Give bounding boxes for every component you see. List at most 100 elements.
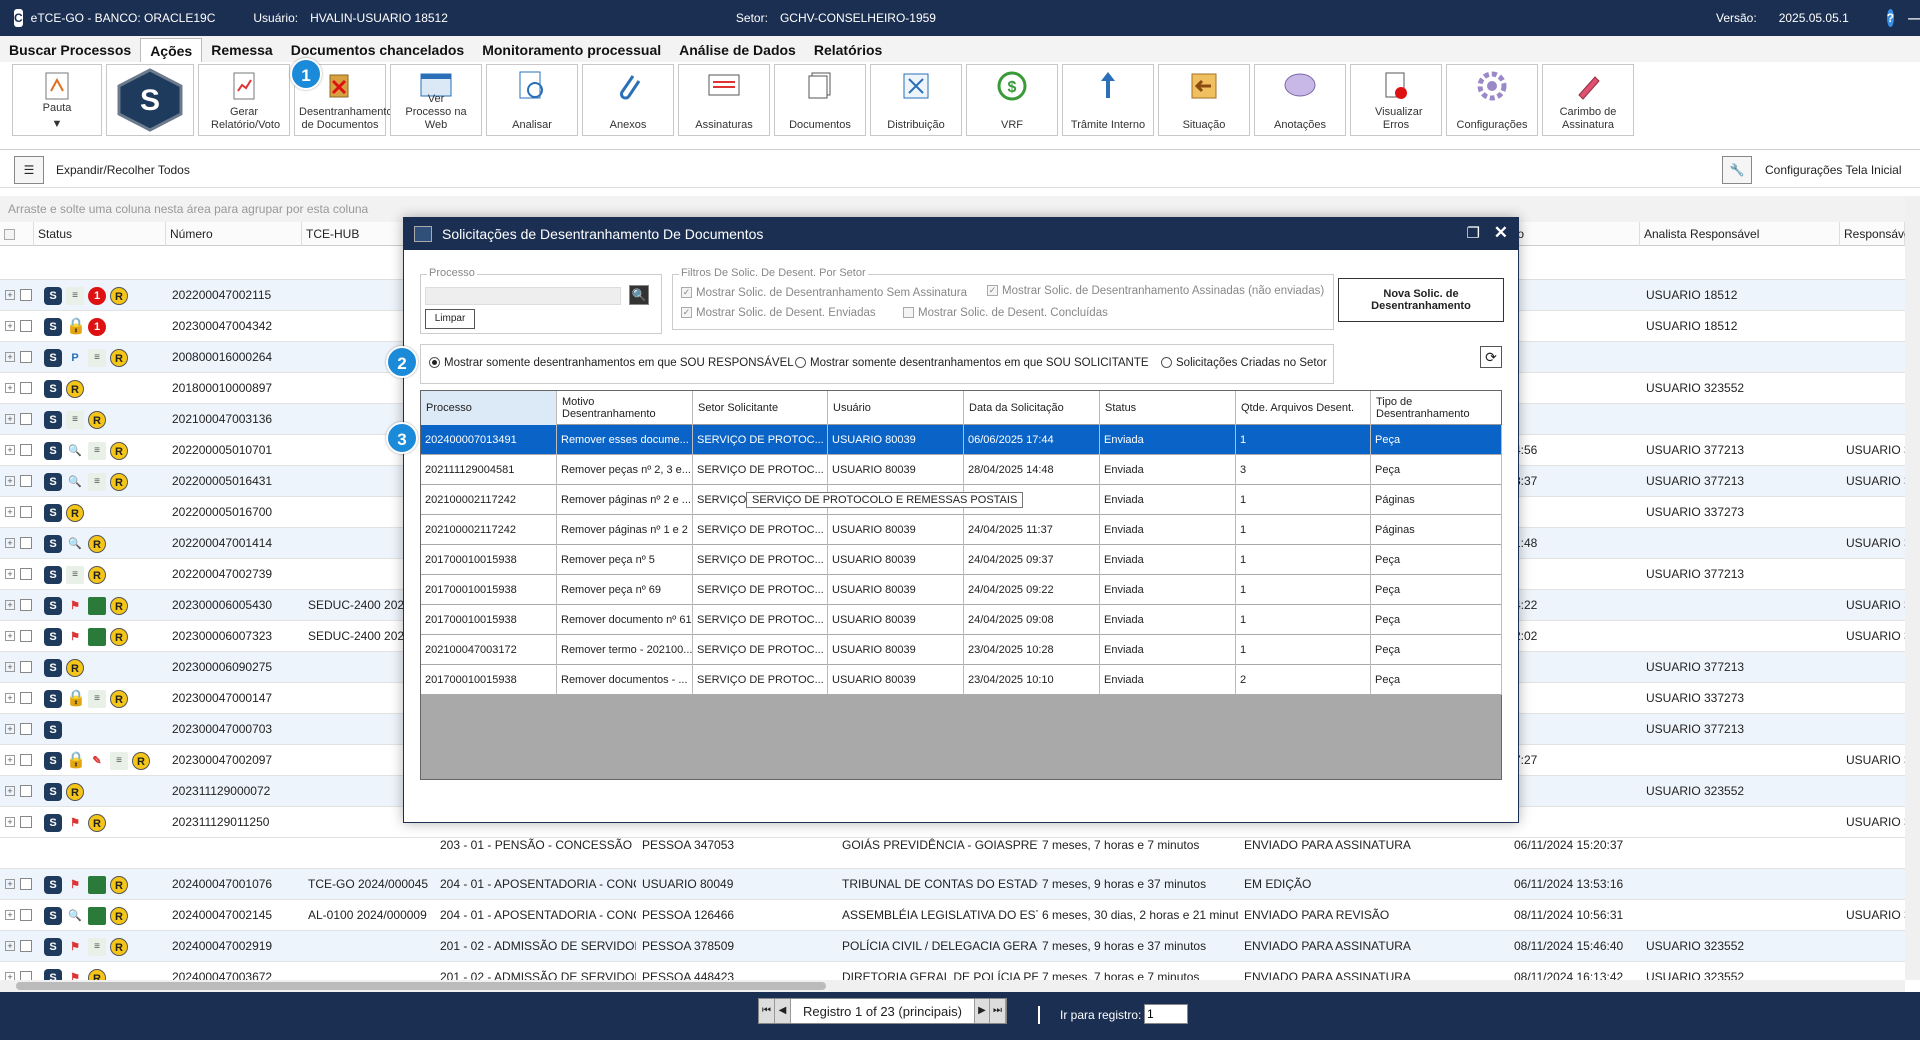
row-checkbox[interactable] (20, 692, 32, 704)
table-row[interactable]: 203 - 01 - PENSÃO - CONCESSÃO PESSOA 3470… (0, 838, 1905, 869)
ribbon-vrf[interactable]: $ VRF (966, 64, 1058, 136)
expand-collapse-button[interactable]: ☰ (14, 156, 44, 184)
ribbon-pauta[interactable]: Pauta ▼ (12, 64, 102, 136)
new-request-button[interactable]: Nova Solic. de Desentranhamento (1338, 278, 1504, 322)
radio-sou-solicitante[interactable]: Mostrar somente desentranhamentos em que… (795, 357, 1149, 369)
radio-criadas-setor[interactable]: Solicitações Criadas no Setor (1161, 357, 1327, 369)
process-search-button[interactable]: 🔍 (629, 285, 649, 305)
row-expander[interactable]: + (5, 910, 15, 920)
vertical-scrollbar[interactable] (1905, 196, 1920, 980)
row-checkbox[interactable] (20, 816, 32, 828)
refresh-button[interactable]: ⟳ (1480, 346, 1502, 368)
row-checkbox[interactable] (20, 382, 32, 394)
row-expander[interactable]: + (5, 755, 15, 765)
header-col-to[interactable]: to (1510, 222, 1640, 246)
row-checkbox[interactable] (20, 599, 32, 611)
row-expander[interactable]: + (5, 600, 15, 610)
request-row[interactable]: 202100047003172 Remover termo - 202100...… (421, 635, 1502, 665)
menu-monitoramento[interactable]: Monitoramento processual (473, 38, 670, 62)
col-processo[interactable]: Processo (421, 391, 557, 425)
table-row[interactable]: + S ⚑ R 202400047003672 201 - 02 - ADMISSÃO D… (0, 962, 1905, 980)
menu-relatorios[interactable]: Relatórios (805, 38, 891, 62)
filter-concluidas[interactable]: Mostrar Solic. de Desent. Concluídas (903, 307, 1108, 319)
col-data[interactable]: Data da Solicitação (964, 391, 1100, 425)
filter-sem-assinatura[interactable]: ✓ Mostrar Solic. de Desentranhamento Sem … (681, 287, 967, 299)
first-page-button[interactable]: ⏮ (759, 999, 775, 1023)
ribbon-anotacoes[interactable]: Anotações (1254, 64, 1346, 136)
row-expander[interactable]: + (5, 445, 15, 455)
request-row[interactable]: 202400007013491 Remover esses docume... SE… (421, 425, 1502, 455)
last-page-button[interactable]: ⏭ (989, 999, 1006, 1023)
row-expander[interactable]: + (5, 786, 15, 796)
ribbon-assinaturas[interactable]: Assinaturas (678, 64, 770, 136)
col-setor[interactable]: Setor Solicitante (693, 391, 828, 425)
row-checkbox[interactable] (20, 568, 32, 580)
request-row[interactable]: 201700010015938 Remover peça nº 5 SERVIÇO … (421, 545, 1502, 575)
col-usuario[interactable]: Usuário (828, 391, 964, 425)
request-row[interactable]: 201700010015938 Remover documento nº 61 SE… (421, 605, 1502, 635)
ribbon-analisar[interactable]: Analisar (486, 64, 578, 136)
clear-button[interactable]: Limpar (425, 309, 475, 329)
row-expander[interactable]: + (5, 972, 15, 980)
request-row[interactable]: 201700010015938 Remover documentos - ... S… (421, 665, 1502, 695)
help-icon[interactable]: ? (1886, 9, 1895, 27)
menu-acoes[interactable]: Ações (140, 38, 203, 62)
row-expander[interactable]: + (5, 476, 15, 486)
row-expander[interactable]: + (5, 383, 15, 393)
request-row[interactable]: 201700010015938 Remover peça nº 69 SERVIÇO… (421, 575, 1502, 605)
header-select-all[interactable] (0, 222, 34, 246)
row-expander[interactable]: + (5, 538, 15, 548)
row-expander[interactable]: + (5, 662, 15, 672)
ribbon-documentos[interactable]: Documentos (774, 64, 866, 136)
config-screen-button[interactable]: 🔧 (1722, 156, 1752, 184)
ribbon-distribuicao[interactable]: Distribuição (870, 64, 962, 136)
scroll-thumb[interactable] (16, 982, 826, 990)
request-row[interactable]: 202100002117242 Remover páginas nº 1 e 2S… (421, 515, 1502, 545)
row-checkbox[interactable] (20, 506, 32, 518)
row-expander[interactable]: + (5, 290, 15, 300)
ribbon-tramite-interno[interactable]: Trâmite Interno (1062, 64, 1154, 136)
row-expander[interactable]: + (5, 693, 15, 703)
ribbon-app-logo[interactable]: S (106, 64, 194, 136)
row-checkbox[interactable] (20, 723, 32, 735)
row-checkbox[interactable] (20, 878, 32, 890)
row-expander[interactable]: + (5, 321, 15, 331)
ribbon-situacao[interactable]: Situação (1158, 64, 1250, 136)
row-expander[interactable]: + (5, 724, 15, 734)
menu-analise-dados[interactable]: Análise de Dados (670, 38, 805, 62)
ribbon-anexos[interactable]: Anexos (582, 64, 674, 136)
row-checkbox[interactable] (20, 909, 32, 921)
row-checkbox[interactable] (20, 351, 32, 363)
ribbon-configuracoes[interactable]: Configurações (1446, 64, 1538, 136)
row-expander[interactable]: + (5, 941, 15, 951)
ribbon-visualizar-erros[interactable]: Visualizar Erros (1350, 64, 1442, 136)
ribbon-carimbo-assinatura[interactable]: Carimbo de Assinatura (1542, 64, 1634, 136)
row-expander[interactable]: + (5, 414, 15, 424)
row-checkbox[interactable] (20, 289, 32, 301)
table-row[interactable]: + S ⚑ R 202400047001076 TCE-GO 2024/000045 204… (0, 869, 1905, 900)
row-checkbox[interactable] (20, 940, 32, 952)
row-expander[interactable]: + (5, 507, 15, 517)
goto-input[interactable] (1144, 1004, 1188, 1024)
ribbon-ver-processo-web[interactable]: Ver Processo na Web (390, 64, 482, 136)
radio-sou-responsavel[interactable]: Mostrar somente desentranhamentos em que… (429, 357, 794, 369)
expand-collapse-label[interactable]: Expandir/Recolher Todos (56, 163, 190, 177)
row-checkbox[interactable] (20, 661, 32, 673)
table-row[interactable]: + S ⚑ ≡ R 202400047002919 201 - 02 - ADMISSÃO … (0, 931, 1905, 962)
dialog-restore-icon[interactable]: ❐ (1467, 224, 1480, 242)
row-checkbox[interactable] (20, 444, 32, 456)
prev-page-button[interactable]: ◀ (775, 999, 791, 1023)
col-status[interactable]: Status (1100, 391, 1236, 425)
table-row[interactable]: + S 🔍 R 202400047002145 AL-0100 2024/000009 20… (0, 900, 1905, 931)
row-expander[interactable]: + (5, 631, 15, 641)
row-expander[interactable]: + (5, 569, 15, 579)
row-expander[interactable]: + (5, 352, 15, 362)
menu-buscar-processos[interactable]: Buscar Processos (0, 38, 140, 62)
header-analista[interactable]: Analista Responsável (1640, 222, 1840, 246)
menu-remessa[interactable]: Remessa (202, 38, 282, 62)
dialog-close-icon[interactable]: ✕ (1494, 223, 1508, 243)
header-status[interactable]: Status (34, 222, 166, 246)
col-motivo[interactable]: Motivo Desentranhamento (557, 391, 693, 425)
col-qtde[interactable]: Qtde. Arquivos Desent. (1236, 391, 1371, 425)
process-input[interactable] (425, 287, 621, 305)
